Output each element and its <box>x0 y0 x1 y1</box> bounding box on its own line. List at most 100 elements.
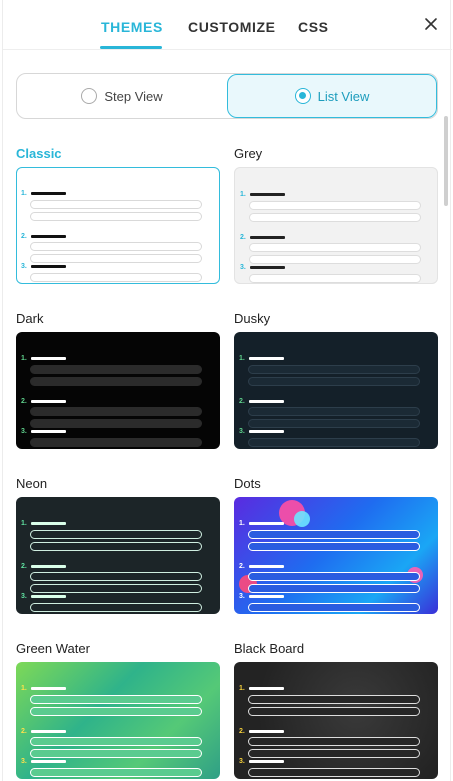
question-number: 1. <box>239 685 245 692</box>
question-number: 3. <box>21 428 27 435</box>
theme-card-dusky[interactable]: Dusky 1. 2. 3. <box>234 310 439 449</box>
question-number: 1. <box>21 355 27 362</box>
theme-card-dark[interactable]: Dark 1. 2. 3. <box>16 310 221 449</box>
question-number: 3. <box>239 593 245 600</box>
question-number: 2. <box>239 398 245 405</box>
question-text-line <box>249 687 284 690</box>
answer-option <box>30 365 202 374</box>
scrollbar-thumb[interactable] <box>444 116 448 206</box>
answer-option <box>248 695 420 704</box>
theme-name: Green Water <box>16 641 90 656</box>
question-text-line <box>31 730 66 733</box>
theme-name: Dark <box>16 311 44 326</box>
theme-card-grey[interactable]: Grey 1. 2. 3. <box>234 145 439 284</box>
question-text-line <box>31 687 66 690</box>
theme-preview[interactable]: 1. 2. 3. <box>234 332 438 449</box>
step-view-label: Step View <box>104 88 163 104</box>
theme-preview[interactable]: 1. 2. 3. <box>234 497 438 614</box>
theme-name: Classic <box>16 146 62 161</box>
question-text-line <box>250 266 285 269</box>
theme-card-black-board[interactable]: Black Board 1. 2. 3. <box>234 640 439 779</box>
question-text-line <box>31 565 66 568</box>
theme-card-green-water[interactable]: Green Water 1. 2. 3. <box>16 640 221 779</box>
answer-option <box>30 377 202 386</box>
theme-name: Neon <box>16 476 48 491</box>
answer-option <box>249 274 421 283</box>
answer-option <box>30 749 202 758</box>
question-number: 1. <box>21 685 27 692</box>
theme-card-classic[interactable]: Classic 1. 2. 3. <box>16 145 221 284</box>
theme-preview[interactable]: 1. 2. 3. <box>234 662 438 779</box>
question-text-line <box>249 430 284 433</box>
question-number: 3. <box>239 428 245 435</box>
close-icon[interactable] <box>421 14 441 34</box>
question-number: 2. <box>240 234 246 241</box>
question-number: 2. <box>21 233 27 240</box>
question-text-line <box>31 430 66 433</box>
answer-option <box>30 542 202 551</box>
question-number: 2. <box>239 563 245 570</box>
question-text-line <box>31 760 66 763</box>
theme-preview[interactable]: 1. 2. 3. <box>16 662 220 779</box>
theme-card-neon[interactable]: Neon 1. 2. 3. <box>16 475 221 614</box>
question-text-line <box>249 730 284 733</box>
answer-option <box>30 695 202 704</box>
answer-option <box>248 603 420 612</box>
tab-css[interactable]: CSS <box>298 19 329 35</box>
question-text-line <box>249 400 284 403</box>
question-number: 3. <box>21 593 27 600</box>
answer-option <box>248 377 420 386</box>
list-view-option[interactable]: List View <box>227 74 437 118</box>
answer-option <box>249 243 421 252</box>
question-text-line <box>250 236 285 239</box>
answer-option <box>30 407 202 416</box>
answer-option <box>248 530 420 539</box>
question-text-line <box>31 357 66 360</box>
theme-preview[interactable]: 1. 2. 3. <box>16 332 220 449</box>
tab-customize[interactable]: CUSTOMIZE <box>188 19 276 35</box>
question-number: 3. <box>21 758 27 765</box>
answer-option <box>248 365 420 374</box>
question-number: 3. <box>21 263 27 270</box>
tab-themes[interactable]: THEMES <box>101 19 163 35</box>
question-text-line <box>31 595 66 598</box>
active-tab-indicator <box>100 46 162 49</box>
theme-preview[interactable]: 1. 2. 3. <box>234 167 438 284</box>
question-number: 2. <box>21 398 27 405</box>
question-number: 1. <box>21 190 27 197</box>
answer-option <box>248 572 420 581</box>
answer-option <box>30 254 202 263</box>
theme-preview[interactable]: 1. 2. 3. <box>16 167 220 284</box>
theme-name: Grey <box>234 146 263 161</box>
list-view-label: List View <box>317 88 370 104</box>
answer-option <box>248 707 420 716</box>
theme-card-dots[interactable]: Dots 1. 2. 3. <box>234 475 439 614</box>
answer-option <box>30 200 202 209</box>
tab-bar: THEMES CUSTOMIZE CSS <box>3 0 452 50</box>
view-toggle: Step View List View <box>16 73 438 119</box>
themes-panel: THEMES CUSTOMIZE CSS Step View List View… <box>2 0 452 781</box>
question-number: 3. <box>239 758 245 765</box>
scrollbar[interactable] <box>444 116 448 776</box>
answer-option <box>30 212 202 221</box>
question-number: 2. <box>21 563 27 570</box>
answer-option <box>30 707 202 716</box>
question-number: 1. <box>240 191 246 198</box>
answer-option <box>248 438 420 447</box>
answer-option <box>30 603 202 612</box>
answer-option <box>248 584 420 593</box>
step-view-option[interactable]: Step View <box>17 74 227 118</box>
decorative-blob <box>294 511 310 527</box>
answer-option <box>248 407 420 416</box>
radio-off-icon <box>81 88 98 104</box>
theme-preview[interactable]: 1. 2. 3. <box>16 497 220 614</box>
question-text-line <box>249 522 284 525</box>
answer-option <box>249 255 421 264</box>
answer-option <box>249 213 421 222</box>
question-text-line <box>249 760 284 763</box>
question-text-line <box>249 565 284 568</box>
question-text-line <box>31 265 66 268</box>
radio-on-icon <box>294 88 311 104</box>
question-number: 2. <box>239 728 245 735</box>
question-number: 3. <box>240 264 246 271</box>
